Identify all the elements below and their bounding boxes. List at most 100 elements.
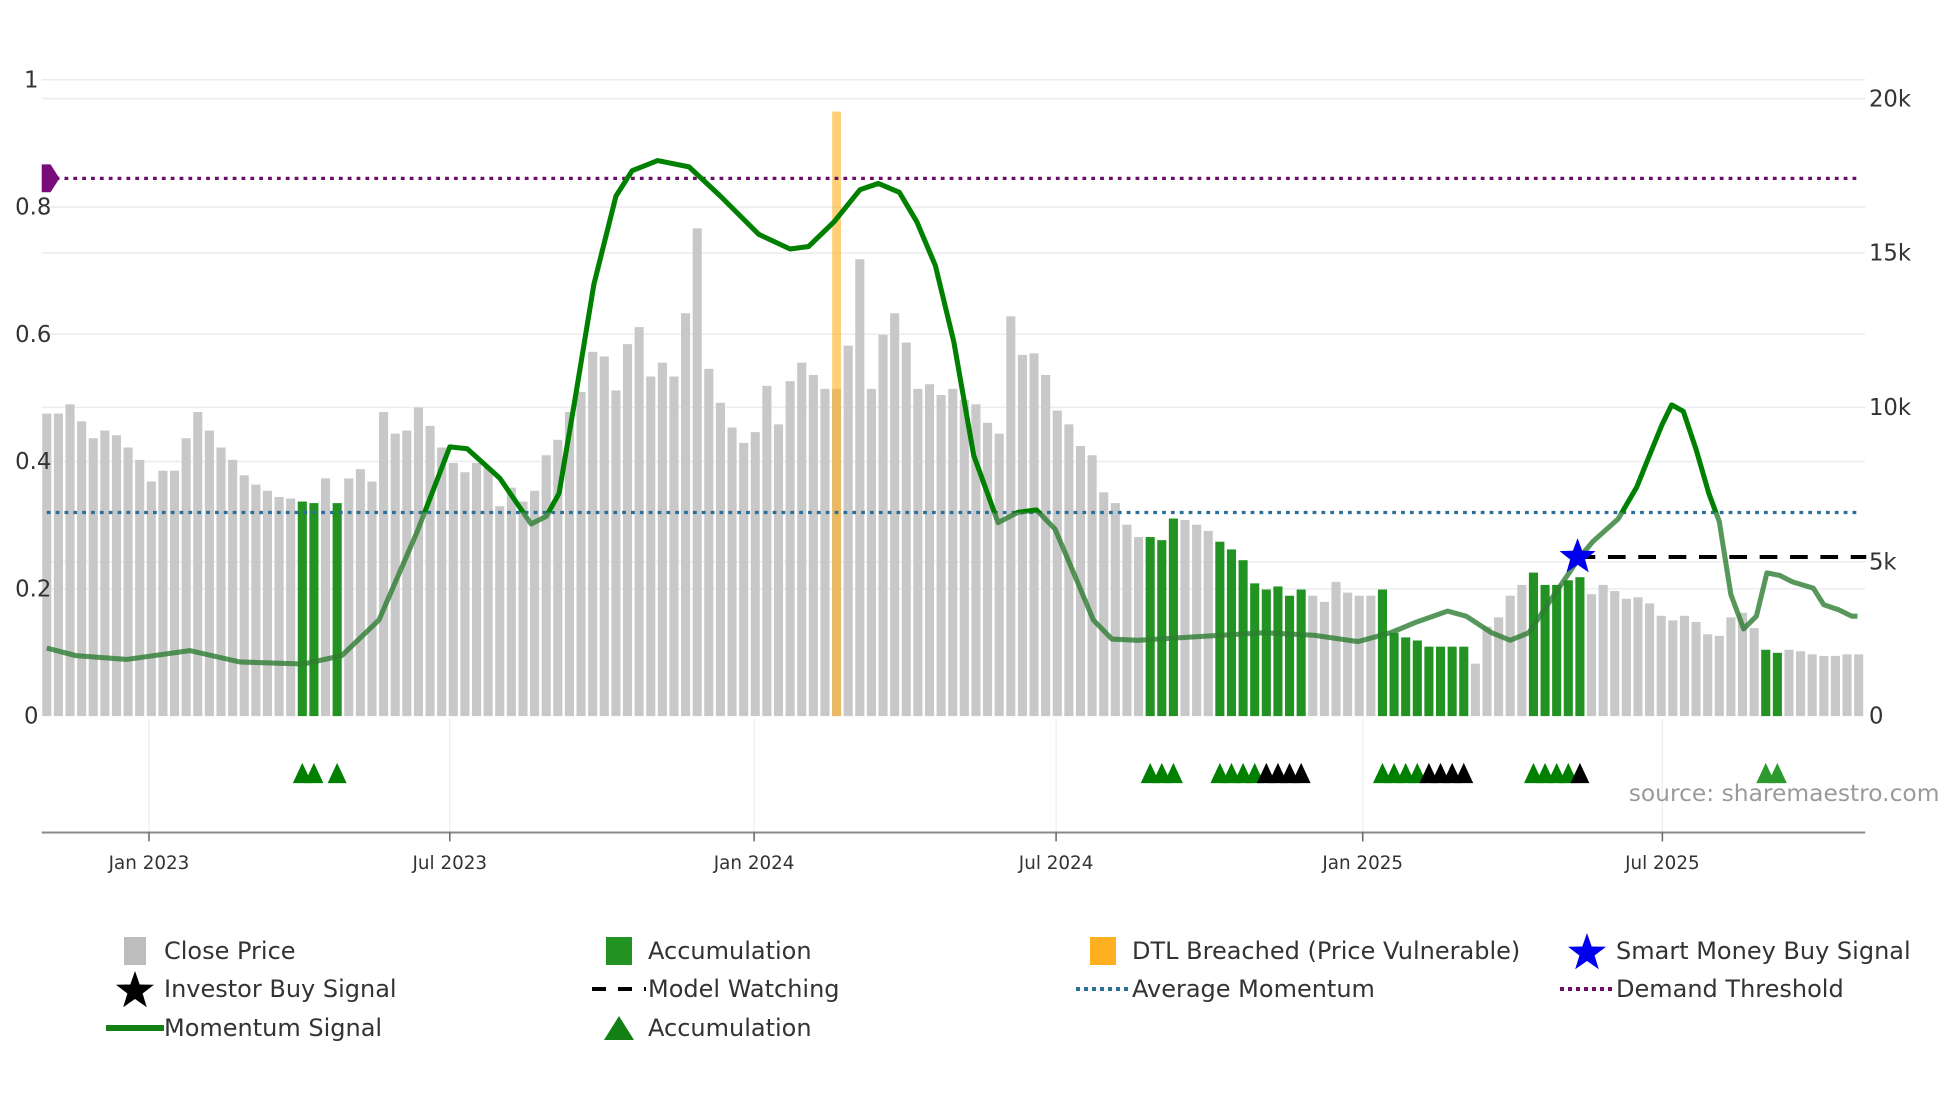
legend-item[interactable]: Model Watching xyxy=(590,972,840,1006)
close-price-bar xyxy=(1784,649,1794,717)
investor-buy-triangle xyxy=(1570,762,1590,784)
close-price-bar xyxy=(1668,620,1678,717)
accumulation-triangle xyxy=(327,762,347,784)
accumulation-bar xyxy=(1238,560,1248,717)
close-price-bar xyxy=(1308,595,1318,717)
right-axis-tick-label: 0 xyxy=(1869,704,1883,730)
right-axis-tick-label: 15k xyxy=(1869,241,1912,267)
close-price-bar xyxy=(1749,628,1759,717)
close-price-bar xyxy=(413,407,424,717)
close-price-bar xyxy=(1621,598,1631,717)
close-price-bar xyxy=(367,481,377,717)
accumulation-bar xyxy=(1296,589,1306,717)
accumulation-triangle xyxy=(304,762,324,784)
close-price-bar xyxy=(1203,530,1213,717)
accumulation-bar xyxy=(1761,649,1771,717)
close-price-bar xyxy=(169,470,180,717)
legend-label: Model Watching xyxy=(648,975,840,1003)
accumulation-triangle xyxy=(1163,762,1183,784)
close-price-bar xyxy=(1052,410,1062,717)
x-axis-tick-label: Jan 2023 xyxy=(108,853,190,874)
close-price-bar xyxy=(146,481,156,717)
x-axis-tick-label: Jul 2025 xyxy=(1624,853,1700,874)
legend-item[interactable]: Average Momentum xyxy=(1074,972,1375,1006)
green-line-icon xyxy=(106,1025,164,1031)
close-price-bar xyxy=(1645,603,1655,717)
close-price-bar xyxy=(1796,651,1806,717)
legend-label: Momentum Signal xyxy=(164,1014,383,1042)
accumulation-bar xyxy=(1459,646,1469,717)
close-price-bar xyxy=(820,388,830,717)
close-price-bar xyxy=(1319,601,1329,717)
close-price-bar xyxy=(704,368,714,717)
accumulation-bar xyxy=(309,503,319,717)
dashed-line-icon xyxy=(590,984,648,994)
legend-item[interactable]: Momentum Signal xyxy=(106,1011,382,1045)
legend-item[interactable]: Demand Threshold xyxy=(1558,972,1844,1006)
close-price-bar xyxy=(1854,654,1864,717)
accumulation-bar xyxy=(1261,589,1271,717)
accumulation-bar xyxy=(1575,577,1585,717)
investor-buy-triangle xyxy=(1291,762,1311,784)
close-price-bar xyxy=(262,490,273,717)
accumulation-bar xyxy=(1447,646,1457,717)
legend-label: Accumulation xyxy=(648,1014,812,1042)
blue-star-icon xyxy=(1558,930,1616,972)
close-price-bar xyxy=(622,344,633,717)
orange-bar-icon xyxy=(1074,937,1132,965)
legend-item[interactable]: Investor Buy Signal xyxy=(106,971,397,1008)
close-price-bar xyxy=(228,459,238,717)
legend-item[interactable]: DTL Breached (Price Vulnerable) xyxy=(1074,934,1520,968)
close-price-bar xyxy=(646,376,656,717)
grey-bar-icon xyxy=(106,937,164,965)
close-price-bar xyxy=(773,424,784,717)
source-label: source: sharemaestro.com xyxy=(1629,779,1940,807)
close-price-bar xyxy=(611,390,621,717)
close-price-bar xyxy=(855,259,865,717)
close-price-bar xyxy=(692,228,702,717)
legend-item[interactable]: Smart Money Buy Signal xyxy=(1558,933,1911,970)
legend-label: Smart Money Buy Signal xyxy=(1616,937,1911,965)
close-price-bar xyxy=(1726,617,1736,717)
legend-label: Accumulation xyxy=(648,937,812,965)
close-price-bar xyxy=(588,351,598,717)
accumulation-bar xyxy=(1772,652,1782,717)
accumulation-bar xyxy=(1215,541,1225,717)
close-price-bar xyxy=(193,412,203,717)
green-bar-icon xyxy=(590,937,648,965)
left-axis-tick-label: 1 xyxy=(24,67,38,93)
accumulation-bar xyxy=(1412,640,1422,717)
close-price-bar xyxy=(657,362,667,717)
left-axis-tick-label: 0 xyxy=(24,704,38,730)
left-axis-tick-label: 0.8 xyxy=(15,195,51,221)
close-price-bar xyxy=(1633,597,1643,717)
close-price-bar xyxy=(111,435,122,717)
close-price-bar xyxy=(959,399,969,717)
close-price-bar xyxy=(983,422,993,717)
close-price-bar xyxy=(495,506,505,717)
legend-item[interactable]: Accumulation xyxy=(590,1011,812,1045)
close-price-bar xyxy=(936,395,946,717)
close-price-bar xyxy=(1110,503,1120,717)
green-triangle-icon xyxy=(590,1014,648,1042)
close-price-bar xyxy=(1122,524,1132,717)
close-price-bar xyxy=(251,484,261,717)
close-price-bar xyxy=(681,313,691,717)
close-price-bar xyxy=(1610,591,1620,717)
accumulation-bar xyxy=(1389,632,1399,717)
close-price-bar xyxy=(1517,584,1527,717)
legend-item[interactable]: Accumulation xyxy=(590,934,812,968)
close-price-bar xyxy=(1331,581,1341,717)
close-price-bar xyxy=(53,413,63,717)
close-price-bar xyxy=(88,438,98,717)
accumulation-bar xyxy=(1168,518,1178,717)
close-price-bar xyxy=(448,462,458,717)
investor-buy-triangle xyxy=(1454,762,1474,784)
accumulation-bar xyxy=(332,503,342,717)
close-price-bar xyxy=(1180,520,1190,717)
accumulation-bar xyxy=(1250,583,1260,717)
legend-item[interactable]: Close Price xyxy=(106,934,296,968)
close-price-bar xyxy=(1842,654,1852,717)
accumulation-bar xyxy=(1145,537,1155,717)
close-price-bar xyxy=(181,438,191,717)
